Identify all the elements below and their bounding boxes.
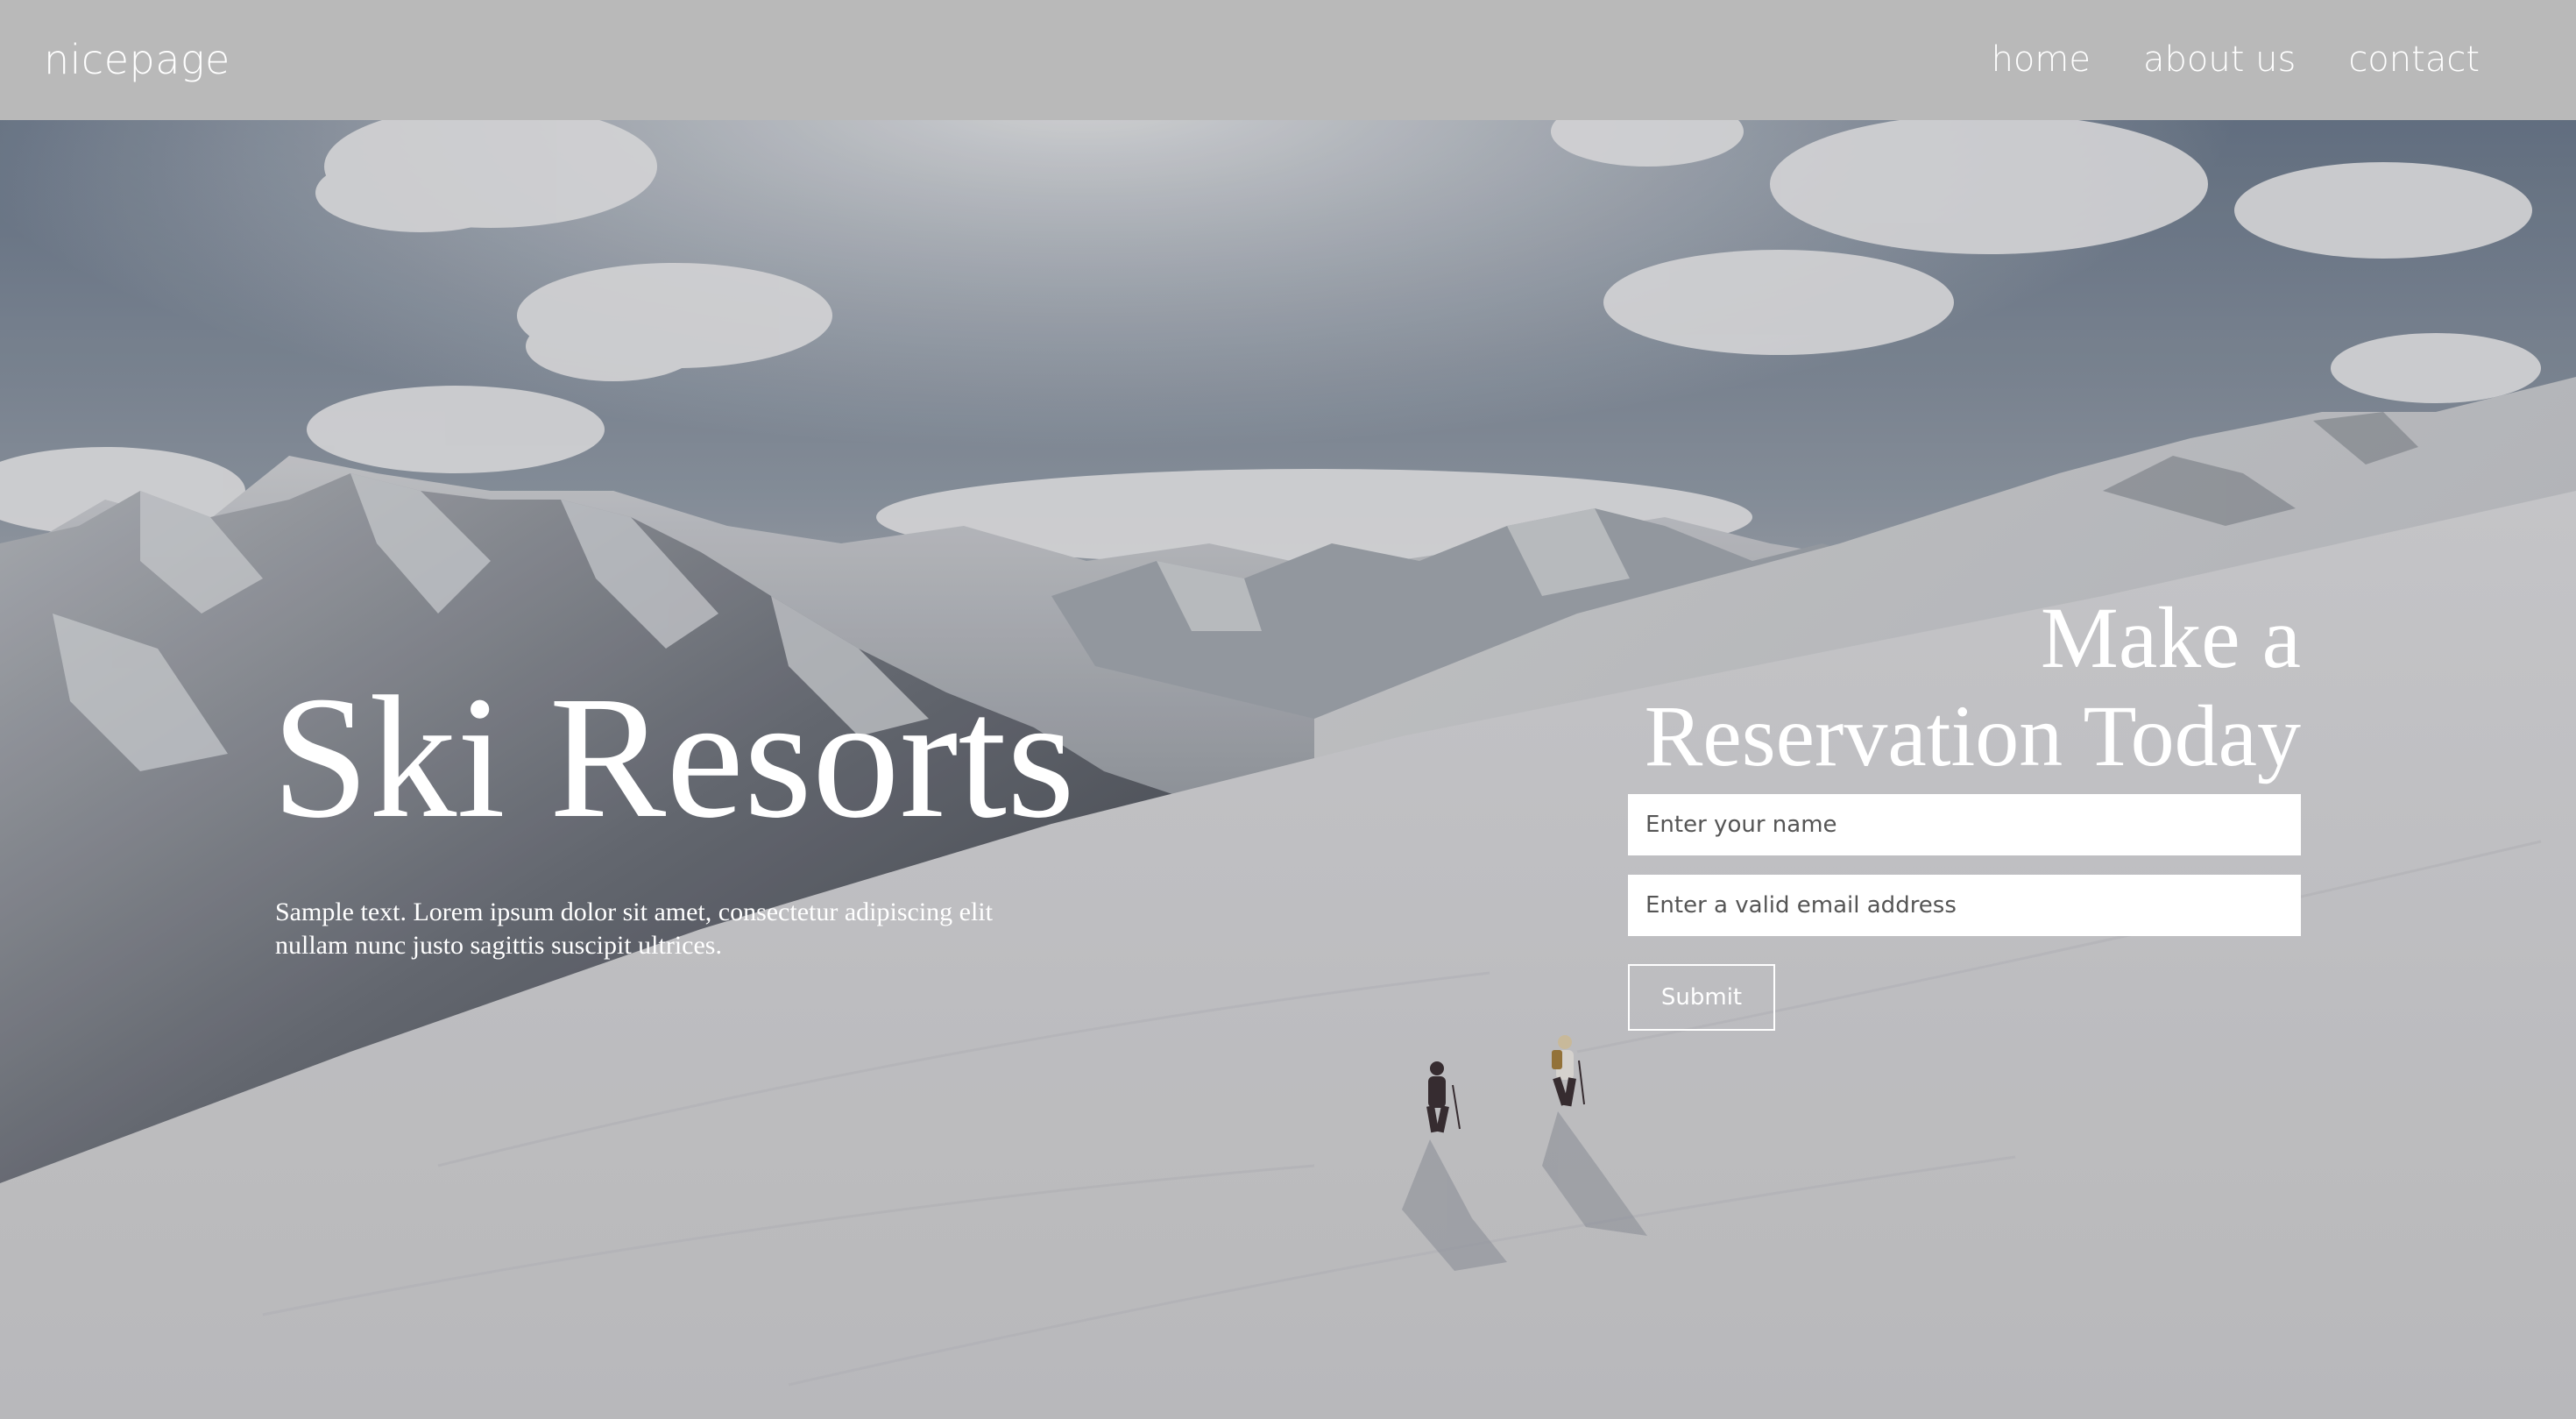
hero-text: Sample text. Lorem ipsum dolor sit amet,… — [275, 898, 993, 960]
nav-link-contact[interactable]: contact — [2348, 39, 2480, 80]
nav-link-home[interactable]: home — [1992, 39, 2091, 80]
submit-button[interactable]: Submit — [1628, 964, 1775, 1031]
nav-link-about-us[interactable]: about us — [2143, 39, 2296, 80]
site-header: nicepage home about us contact — [0, 0, 2576, 120]
reservation-title: Make a Reservation Today — [1644, 589, 2301, 784]
hero-title: Ski Resorts — [272, 661, 1075, 855]
main-nav: home about us contact — [1939, 32, 2480, 88]
logo-link[interactable]: nicepage — [44, 32, 230, 88]
email-input[interactable] — [1628, 875, 2301, 936]
name-input[interactable] — [1628, 794, 2301, 855]
